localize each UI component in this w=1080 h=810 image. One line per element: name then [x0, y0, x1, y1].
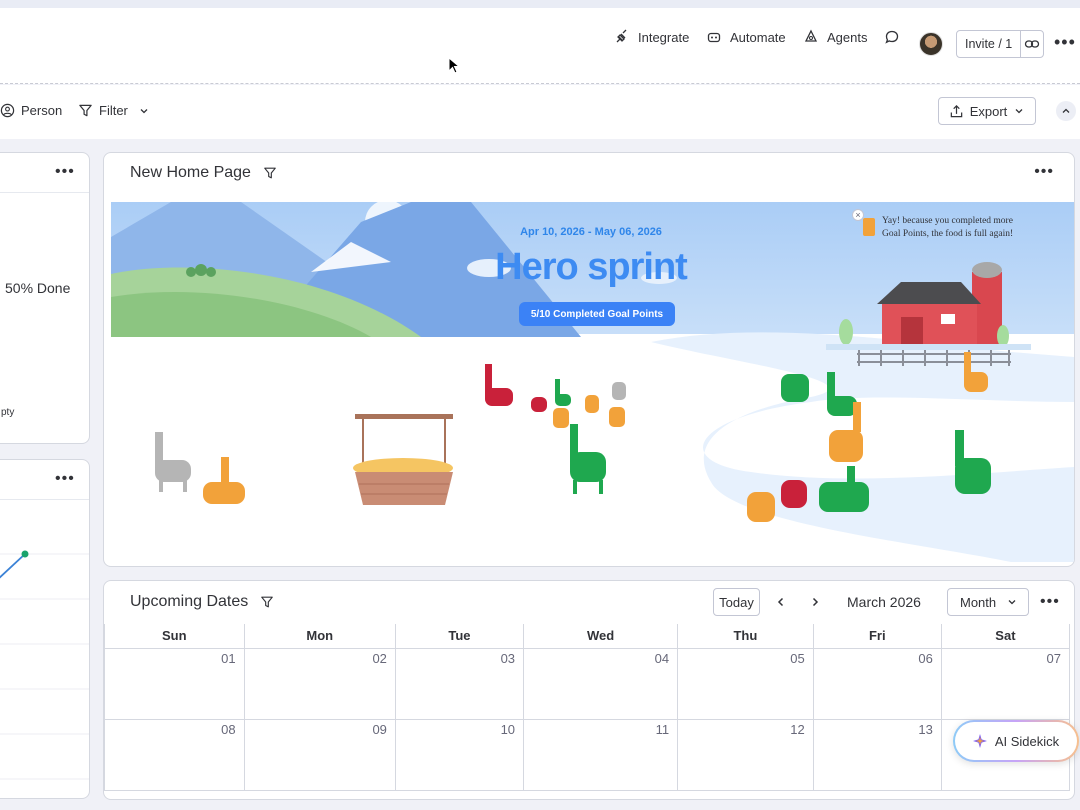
- hero-widget: New Home Page ••• Apr 10, 2026 - May 06,…: [103, 152, 1075, 567]
- battery-widget-header: •••: [0, 153, 89, 193]
- chevron-right-icon[interactable]: [809, 596, 821, 608]
- hero-widget-title: New Home Page: [130, 164, 251, 181]
- ai-sidekick-button[interactable]: AI Sidekick: [953, 720, 1079, 762]
- person-label: Person: [21, 103, 63, 118]
- chevron-left-icon[interactable]: [775, 596, 787, 608]
- export-button[interactable]: Export: [938, 97, 1036, 125]
- sparkle-icon: [972, 734, 987, 748]
- calendar-day[interactable]: 02: [243, 647, 396, 720]
- chart-widget: •••: [0, 459, 90, 799]
- upload-icon: [950, 104, 962, 117]
- hero-widget-header: New Home Page •••: [104, 153, 1074, 193]
- calendar-day[interactable]: 08: [104, 718, 245, 791]
- collapse-button[interactable]: [1056, 101, 1076, 121]
- line-chart-fragment: [0, 550, 89, 780]
- user-avatar[interactable]: [919, 32, 943, 56]
- person-icon: [0, 103, 15, 118]
- sprint-dates: Apr 10, 2026 - May 06, 2026: [520, 226, 662, 238]
- widget-menu-icon[interactable]: •••: [55, 163, 75, 181]
- calendar-day[interactable]: 13: [812, 718, 942, 791]
- calendar-day[interactable]: 04: [523, 647, 679, 720]
- window-top-strip: [0, 0, 1080, 8]
- calendar-day[interactable]: 07: [940, 647, 1071, 720]
- calendar-day[interactable]: 06: [812, 647, 942, 720]
- agents-button[interactable]: Agents: [803, 26, 867, 48]
- food-notice: Yay! because you completed more Goal Poi…: [882, 216, 1014, 239]
- chat-bubble-icon: [885, 30, 899, 44]
- calendar-grid: Sun Mon Tue Wed Thu Fri Sat 01 02 03 04 …: [104, 624, 1071, 791]
- calendar-widget: Upcoming Dates Today March 2026 Month ••…: [103, 580, 1075, 800]
- more-options-icon[interactable]: •••: [1054, 33, 1076, 51]
- integrate-button[interactable]: Integrate: [614, 26, 689, 48]
- copy-link-button[interactable]: [1021, 36, 1043, 52]
- done-status: 50% Done: [5, 280, 71, 296]
- chevron-down-icon: [1008, 600, 1016, 605]
- automate-label: Automate: [730, 29, 786, 45]
- calendar-day[interactable]: 05: [677, 647, 814, 720]
- automate-button[interactable]: Automate: [706, 26, 786, 48]
- chevron-down-icon: [140, 108, 148, 113]
- link-icon: [1024, 40, 1040, 48]
- robot-icon: [707, 32, 721, 43]
- filter-label: Filter: [99, 103, 128, 118]
- filter-button[interactable]: Filter: [78, 103, 150, 118]
- updates-button[interactable]: [884, 26, 900, 48]
- calendar-day[interactable]: 11: [523, 718, 679, 791]
- weekday-header: Sun: [104, 624, 245, 649]
- weekday-header: Wed: [523, 624, 679, 649]
- weekday-header: Thu: [677, 624, 814, 649]
- calendar-header-title: Upcoming Dates: [130, 593, 274, 611]
- food-bag-icon: [863, 218, 875, 236]
- agents-label: Agents: [827, 29, 868, 45]
- top-bar: Integrate Automate Agents Invite / 1 •••: [0, 8, 1080, 84]
- current-month: March 2026: [847, 594, 921, 610]
- week-row: 08 09 10 11 12 13: [104, 718, 1071, 791]
- battery-widget: ••• 50% Done pty: [0, 152, 90, 444]
- agents-icon: [804, 29, 818, 42]
- weekday-header: Tue: [394, 624, 525, 649]
- chevron-down-icon: [1015, 109, 1023, 114]
- weekday-header: Sat: [940, 624, 1071, 649]
- mouse-cursor-icon: [448, 57, 461, 74]
- sprint-title: Hero sprint: [495, 246, 688, 288]
- weekday-header: Fri: [812, 624, 942, 649]
- weekday-header: Mon: [243, 624, 396, 649]
- filter-icon[interactable]: [260, 595, 274, 609]
- weekday-row: Sun Mon Tue Wed Thu Fri Sat: [104, 624, 1071, 649]
- view-select-value: Month: [960, 594, 997, 610]
- goal-points-pill: 5/10 Completed Goal Points: [519, 302, 675, 326]
- calendar-day[interactable]: 12: [677, 718, 814, 791]
- invite-button[interactable]: Invite / 1: [956, 30, 1044, 58]
- week-row: 01 02 03 04 05 06 07: [104, 647, 1071, 720]
- calendar-day[interactable]: 09: [243, 718, 396, 791]
- view-select[interactable]: Month: [947, 588, 1029, 616]
- calendar-day[interactable]: 10: [394, 718, 525, 791]
- person-filter-button[interactable]: Person: [0, 103, 62, 118]
- calendar-day[interactable]: 03: [394, 647, 525, 720]
- calendar-title: Upcoming Dates: [130, 593, 249, 610]
- integrate-label: Integrate: [638, 29, 690, 45]
- widget-menu-icon[interactable]: •••: [1034, 163, 1054, 181]
- widget-menu-icon[interactable]: •••: [1040, 593, 1060, 611]
- filter-icon[interactable]: [263, 166, 277, 180]
- legend-fragment: pty: [1, 407, 15, 418]
- hero-sprint-banner: Apr 10, 2026 - May 06, 2026 Hero sprint …: [111, 202, 1074, 562]
- filter-icon: [79, 104, 92, 117]
- calendar-day[interactable]: 01: [104, 647, 245, 720]
- chart-widget-header: •••: [0, 460, 89, 500]
- filter-bar: Person Filter Export: [0, 85, 1080, 139]
- export-label: Export: [969, 103, 1008, 119]
- today-button[interactable]: Today: [713, 588, 760, 616]
- ai-sidekick-label: AI Sidekick: [994, 733, 1060, 749]
- widget-menu-icon[interactable]: •••: [55, 470, 75, 488]
- invite-label: Invite / 1: [957, 31, 1022, 57]
- plug-icon: [616, 29, 627, 43]
- chevron-up-icon: [1062, 108, 1070, 113]
